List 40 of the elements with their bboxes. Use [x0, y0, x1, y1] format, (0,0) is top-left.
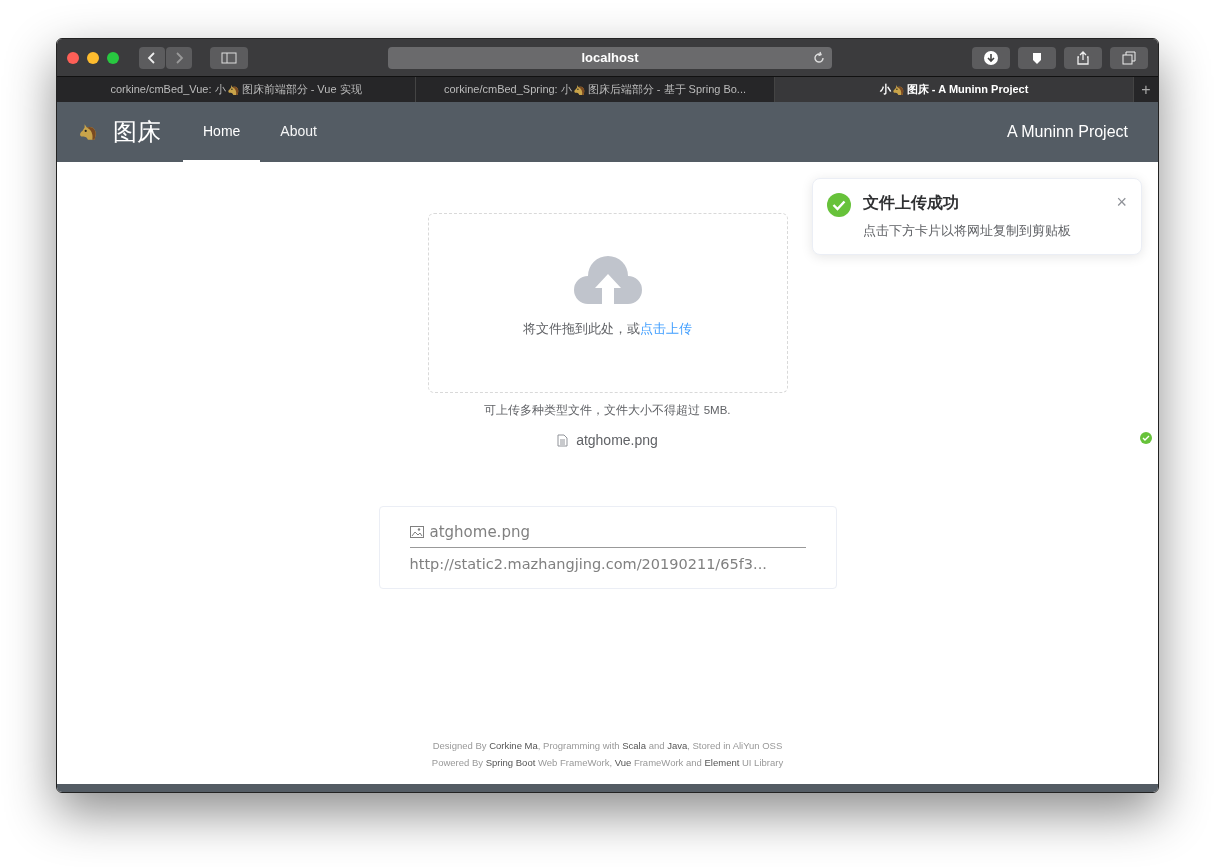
upload-prompt: 将文件拖到此处，或点击上传: [523, 320, 692, 338]
document-icon: [557, 433, 569, 447]
image-icon: [409, 526, 424, 538]
footer-text: Designed By Corkine Ma, Programming with Scala and Java, Stored in AliYun OSS: [432, 740, 783, 751]
share-button[interactable]: [1064, 46, 1102, 69]
nav-item[interactable]: About: [260, 102, 337, 162]
upload-tip: 可上传多种类型文件，文件大小不得超过 5MB.: [484, 403, 731, 418]
browser-tab[interactable]: 小 图床 - A Muninn Project: [775, 77, 1134, 102]
new-tab-button[interactable]: +: [1134, 77, 1158, 102]
forward-chevron-icon: [174, 51, 184, 64]
sidebar-button[interactable]: [210, 46, 248, 69]
card-file-name: atghome.png: [429, 523, 530, 541]
upload-dropzone[interactable]: 将文件拖到此处，或点击上传: [427, 213, 788, 393]
logo-text: 图床: [113, 117, 161, 148]
file-url: http://static2.mazhangjing.com/20190211/65f3...: [409, 556, 768, 572]
tabs-overview-button[interactable]: [1110, 46, 1148, 69]
download-icon: [984, 50, 998, 65]
notification-message: 点击下方卡片以将网址复制到剪贴板: [863, 222, 1071, 240]
download-button[interactable]: [972, 46, 1010, 69]
cloud-upload-icon: [573, 254, 642, 304]
zoom-window-icon[interactable]: [107, 51, 119, 64]
sidebar-icon: [221, 51, 237, 64]
success-check-icon: [827, 193, 851, 217]
uploaded-file-name[interactable]: atghome.png: [576, 432, 658, 448]
forward-button[interactable]: [166, 46, 192, 69]
project-title: A Muninn Project: [1007, 122, 1128, 142]
minimize-window-icon[interactable]: [87, 51, 99, 64]
notification-title: 文件上传成功: [863, 193, 960, 214]
footer-text: Powered By Spring Boot Web FrameWork, Vue FrameWork and Element UI Library: [431, 757, 784, 768]
share-icon: [1077, 50, 1089, 65]
extension-button[interactable]: [1018, 46, 1056, 69]
reload-icon[interactable]: [812, 50, 826, 65]
back-button[interactable]: [139, 46, 165, 69]
close-window-icon[interactable]: [67, 51, 79, 64]
shield-icon: [1030, 50, 1044, 65]
address-bar[interactable]: localhost: [388, 46, 832, 69]
tabs-icon: [1122, 50, 1136, 65]
nav-item[interactable]: Home: [183, 102, 261, 162]
back-chevron-icon: [147, 51, 157, 64]
file-link-card[interactable]: atghome.png http://static2.mazhangjing.com/20190211/65f3...: [378, 506, 837, 589]
